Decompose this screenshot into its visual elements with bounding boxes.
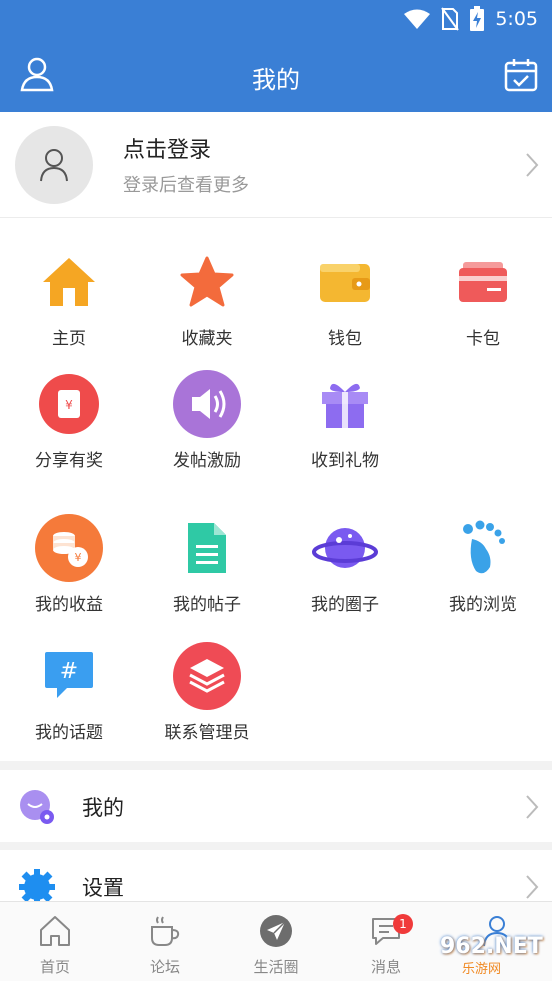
gift-icon (322, 383, 368, 428)
grid-item-gifts[interactable]: 收到礼物 (276, 368, 414, 471)
speaker-icon (173, 370, 241, 438)
grid-item-label: 分享有奖 (35, 451, 103, 471)
avatar-person-icon (40, 149, 68, 182)
grid-item-label: 收到礼物 (311, 451, 379, 471)
grid-item-my-topics[interactable]: # 我的话题 (0, 640, 138, 743)
svg-text:#: # (60, 659, 78, 684)
battery-charging-icon (470, 6, 485, 31)
feature-grid: 主页 收藏夹 钱包 卡包 ¥ 分享有奖 发帖激励 收到礼物 ¥ 我的收益 我的帖… (0, 218, 552, 761)
menu-row-settings[interactable]: 设置 (0, 850, 552, 901)
login-card[interactable]: 点击登录 登录后查看更多 (0, 112, 552, 218)
red-envelope-icon: ¥ (39, 374, 99, 434)
my-avatar-icon (20, 790, 54, 824)
grid-item-cards[interactable]: 卡包 (414, 246, 552, 349)
footprint-icon (463, 520, 505, 574)
avatar[interactable] (15, 126, 93, 204)
grid-item-my-posts[interactable]: 我的帖子 (138, 512, 276, 615)
grid-item-label: 我的浏览 (449, 595, 517, 615)
grid-item-label: 我的话题 (35, 723, 103, 743)
grid-item-label: 主页 (52, 329, 86, 349)
login-title[interactable]: 点击登录 (123, 132, 211, 164)
status-bar: 5:05 (0, 0, 552, 38)
coffee-cup-icon (151, 916, 180, 946)
chevron-right-icon (526, 875, 539, 899)
page-title: 我的 (252, 66, 300, 94)
card-icon (459, 262, 507, 302)
grid-item-label: 我的帖子 (173, 595, 241, 615)
app-bar: 我的 (0, 38, 552, 112)
grid-item-label: 发帖激励 (173, 451, 241, 471)
tab-label: 论坛 (149, 958, 180, 976)
grid-item-share-reward[interactable]: ¥ 分享有奖 (0, 368, 138, 471)
hashtag-icon: # (45, 652, 93, 698)
grid-item-label: 收藏夹 (181, 329, 233, 349)
grid-item-earnings[interactable]: ¥ 我的收益 (0, 512, 138, 615)
tab-home[interactable]: 首页 (0, 902, 110, 981)
status-icons: 5:05 (403, 6, 538, 32)
no-sim-icon (441, 7, 460, 31)
home-icon (43, 258, 95, 306)
tab-life-circle[interactable]: 生活圈 (221, 902, 331, 981)
watermark-subtext: 乐游网 (462, 962, 502, 977)
tab-label: 生活圈 (253, 958, 299, 976)
document-icon (188, 523, 226, 573)
login-subtitle: 登录后查看更多 (123, 175, 249, 196)
settings-gear-icon (19, 869, 55, 901)
wifi-icon (404, 9, 431, 29)
star-icon (180, 256, 234, 307)
chevron-right-icon (526, 153, 539, 177)
grid-item-label: 钱包 (328, 329, 362, 349)
grid-item-home[interactable]: 主页 (0, 246, 138, 349)
svg-text:¥: ¥ (75, 551, 82, 564)
menu-row-label: 我的 (82, 796, 124, 820)
grid-item-contact-admin[interactable]: 联系管理员 (138, 640, 276, 743)
chevron-right-icon (526, 795, 539, 819)
grid-item-browse-history[interactable]: 我的浏览 (414, 512, 552, 615)
coins-icon: ¥ (35, 514, 103, 582)
grid-item-favorites[interactable]: 收藏夹 (138, 246, 276, 349)
grid-item-label: 卡包 (466, 329, 500, 349)
menu-row-label: 设置 (82, 876, 124, 900)
home-outline-icon (40, 916, 70, 946)
grid-item-label: 联系管理员 (164, 723, 250, 743)
paper-plane-icon (260, 915, 292, 947)
watermark-logo: 962.NET 乐游网 (414, 930, 546, 977)
calendar-check-icon[interactable] (504, 58, 538, 92)
status-time: 5:05 (495, 8, 538, 30)
message-badge: 1 (393, 914, 413, 934)
grid-item-label: 我的圈子 (311, 595, 379, 615)
planet-icon (312, 528, 378, 568)
wallet-icon (320, 264, 370, 302)
layers-icon (173, 642, 241, 710)
menu-row-mine[interactable]: 我的 (0, 770, 552, 842)
grid-item-post-incentive[interactable]: 发帖激励 (138, 368, 276, 471)
grid-item-label: 我的收益 (35, 595, 103, 615)
tab-label: 首页 (39, 958, 70, 976)
grid-item-wallet[interactable]: 钱包 (276, 246, 414, 349)
grid-item-my-circles[interactable]: 我的圈子 (276, 512, 414, 615)
svg-text:¥: ¥ (65, 398, 73, 412)
watermark-text: 962.NET (440, 934, 543, 959)
tab-forum[interactable]: 论坛 (110, 902, 220, 981)
